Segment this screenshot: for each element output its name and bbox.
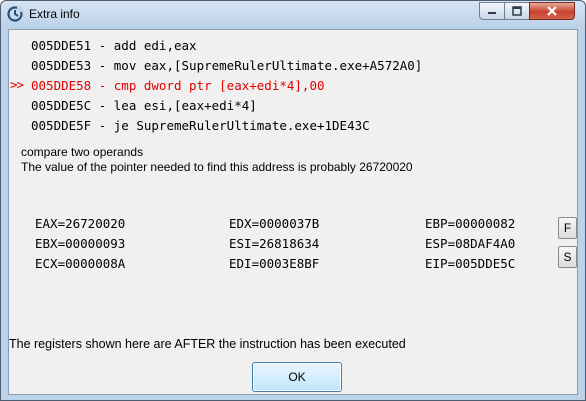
register-ecx: ECX=0000008A bbox=[35, 256, 126, 271]
instruction-description: compare two operands bbox=[21, 145, 144, 159]
float-registers-button[interactable]: F bbox=[558, 217, 577, 239]
extra-info-window: Extra info >> 005DDE51 - add edi,eax 005… bbox=[0, 0, 586, 401]
code-line: 005DDE5C - lea esi,[eax+edi*4] bbox=[31, 98, 257, 113]
register-edi: EDI=0003E8BF bbox=[229, 256, 320, 271]
dialog-body: >> 005DDE51 - add edi,eax 005DDE53 - mov… bbox=[8, 29, 578, 395]
registers-note: The registers shown here are AFTER the i… bbox=[9, 337, 406, 351]
disassembly-panel: >> 005DDE51 - add edi,eax 005DDE53 - mov… bbox=[9, 30, 577, 140]
register-ebx: EBX=00000093 bbox=[35, 236, 126, 251]
window-title: Extra info bbox=[29, 7, 80, 21]
register-esi: ESI=26818634 bbox=[229, 236, 320, 251]
register-esp: ESP=08DAF4A0 bbox=[425, 236, 516, 251]
maximize-button[interactable] bbox=[504, 2, 530, 20]
register-ebp: EBP=00000082 bbox=[425, 216, 516, 231]
register-eax: EAX=26720020 bbox=[35, 216, 126, 231]
ok-button[interactable]: OK bbox=[252, 362, 342, 392]
pointer-hint: The value of the pointer needed to find … bbox=[21, 160, 413, 174]
close-icon bbox=[547, 6, 557, 16]
minimize-button[interactable] bbox=[479, 2, 505, 20]
code-line: 005DDE5F - je SupremeRulerUltimate.exe+1… bbox=[31, 118, 370, 133]
current-instruction-marker: >> bbox=[10, 77, 24, 92]
title-bar[interactable]: Extra info bbox=[1, 1, 585, 27]
app-icon bbox=[7, 6, 23, 22]
maximize-icon bbox=[512, 6, 522, 16]
register-edx: EDX=0000037B bbox=[229, 216, 320, 231]
code-line: 005DDE53 - mov eax,[SupremeRulerUltimate… bbox=[31, 58, 423, 73]
code-line-current: 005DDE58 - cmp dword ptr [eax+edi*4],00 bbox=[31, 78, 325, 93]
code-line: 005DDE51 - add edi,eax bbox=[31, 38, 197, 53]
minimize-icon bbox=[488, 12, 496, 14]
stack-button[interactable]: S bbox=[558, 246, 577, 268]
close-button[interactable] bbox=[529, 2, 575, 20]
register-eip: EIP=005DDE5C bbox=[425, 256, 516, 271]
